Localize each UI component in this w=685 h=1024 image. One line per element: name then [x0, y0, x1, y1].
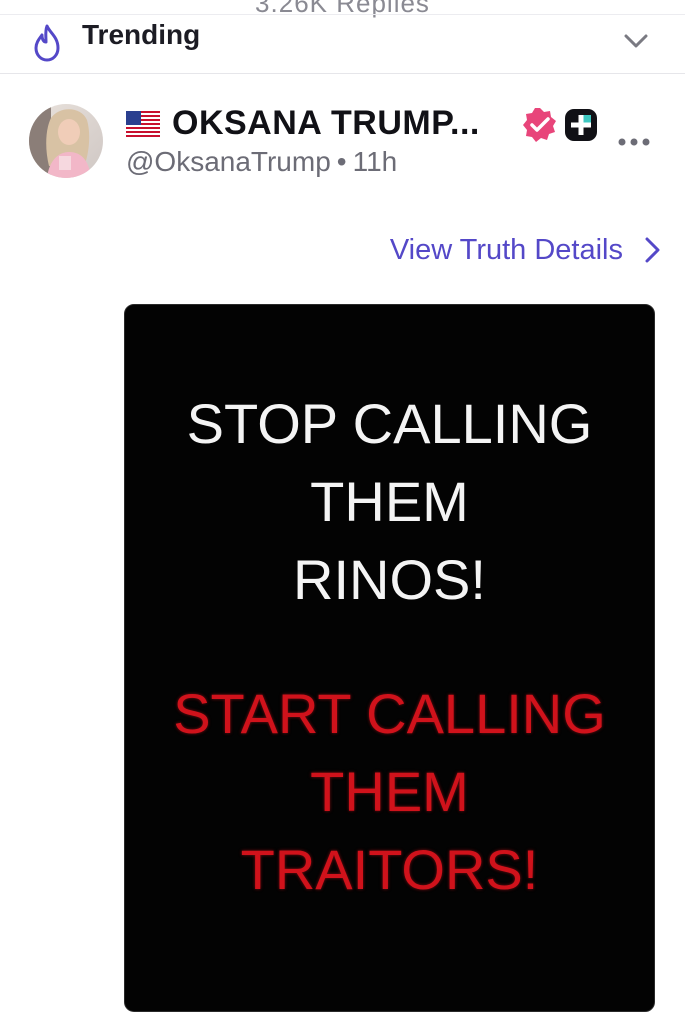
meta-separator: • — [336, 146, 347, 177]
media-line: STOP CALLING — [186, 392, 593, 455]
view-truth-details-link[interactable]: View Truth Details — [390, 230, 665, 270]
media-line: THEM — [310, 760, 469, 823]
author-handle[interactable]: @OksanaTrump — [126, 146, 331, 177]
trending-label: Trending — [82, 19, 201, 50]
media-line: START CALLING — [173, 682, 606, 745]
chevron-right-icon — [645, 237, 660, 263]
flame-icon — [34, 24, 60, 62]
post-media-image[interactable]: STOP CALLING THEM RINOS! START CALLING T… — [124, 304, 655, 1012]
verified-badge-icon — [523, 108, 556, 142]
view-truth-details-label: View Truth Details — [389, 233, 623, 266]
media-line: TRAITORS! — [240, 838, 539, 901]
media-line: THEM — [310, 470, 469, 533]
chevron-down-icon[interactable] — [620, 25, 652, 57]
post-timestamp: 11h — [352, 146, 398, 177]
media-text-red: START CALLING THEM TRAITORS! — [125, 675, 654, 909]
avatar[interactable] — [29, 104, 103, 178]
more-options-icon[interactable] — [614, 128, 654, 156]
media-text-white: STOP CALLING THEM RINOS! — [125, 385, 654, 619]
author-meta: @OksanaTrump • 11h — [126, 146, 397, 178]
trending-header[interactable]: Trending — [0, 14, 685, 74]
media-line: RINOS! — [293, 548, 486, 611]
plus-badge-icon — [565, 109, 597, 141]
author-display-name[interactable]: OKSANA TRUMP... — [172, 104, 480, 143]
us-flag-icon — [126, 111, 160, 137]
